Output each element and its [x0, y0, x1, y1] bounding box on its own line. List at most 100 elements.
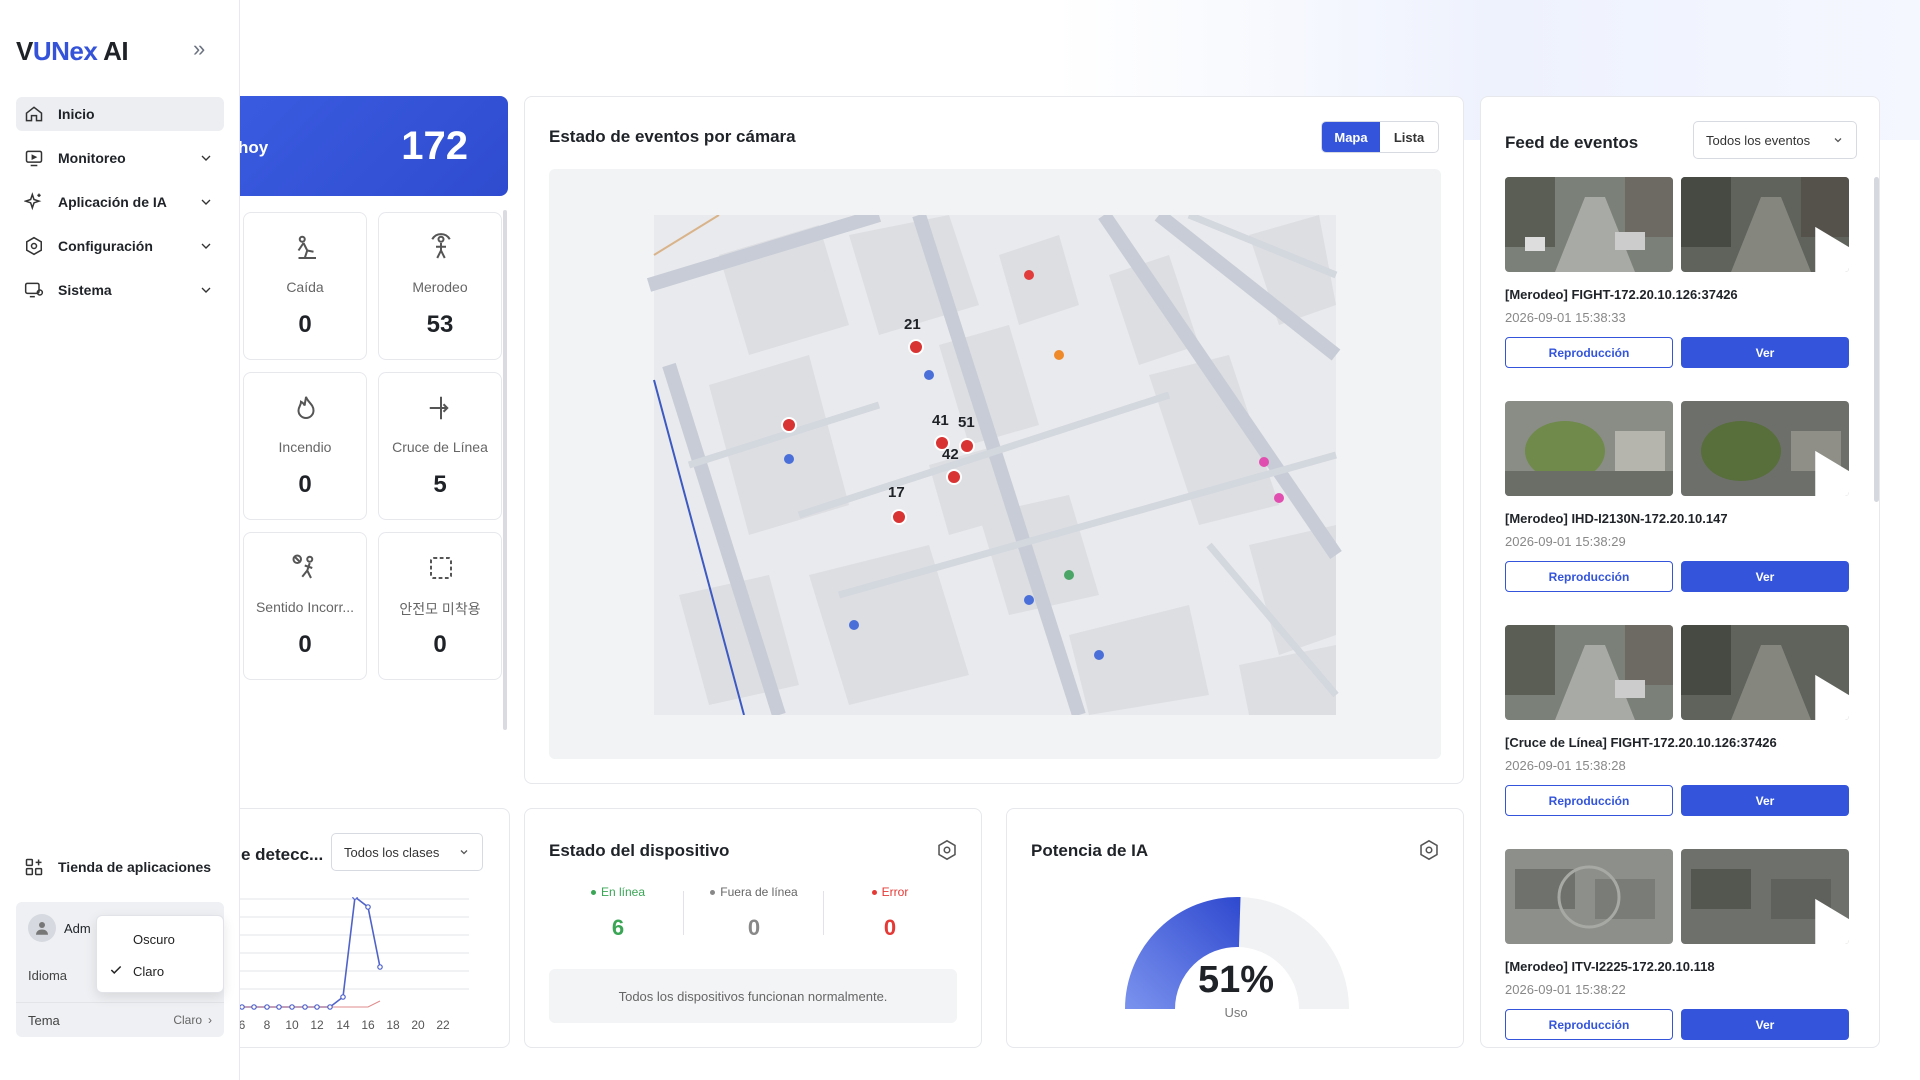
- stat-fire[interactable]: Incendio 0: [243, 372, 367, 520]
- stat-loitering[interactable]: Merodeo 53: [378, 212, 502, 360]
- map-canvas[interactable]: [549, 215, 1441, 715]
- view-button[interactable]: Ver: [1681, 337, 1849, 368]
- feed-filter-select[interactable]: Todos los eventos: [1693, 121, 1857, 159]
- toggle-list[interactable]: Lista: [1380, 122, 1438, 152]
- ai-power-usage-label: Uso: [1224, 1005, 1248, 1020]
- x-tick: 10: [285, 1018, 299, 1032]
- stat-helmet[interactable]: 안전모 미착용 0: [378, 532, 502, 680]
- theme-row[interactable]: Tema Claro ›: [16, 1002, 224, 1037]
- ai-power-percent: 51%: [1197, 959, 1275, 1001]
- map-marker-41[interactable]: 41: [932, 412, 949, 429]
- device-online: En línea 6: [549, 885, 687, 941]
- feed-item-time: 2026-09-01 15:38:28: [1505, 758, 1626, 773]
- feed-item: [Merodeo] FIGHT-172.20.10.126:37426 2026…: [1505, 177, 1849, 401]
- sidebar-item-label: Monitoreo: [58, 150, 126, 166]
- sidebar-item-aplicacion-ia[interactable]: Aplicación de IA: [16, 185, 224, 219]
- feed-scrollbar[interactable]: [1874, 177, 1879, 502]
- event-video-thumbnail[interactable]: [1681, 401, 1849, 496]
- sidebar-item-monitoreo[interactable]: Monitoreo: [16, 141, 224, 175]
- view-button[interactable]: Ver: [1681, 1009, 1849, 1040]
- map-marker-51[interactable]: 51: [958, 414, 975, 431]
- online-count: 6: [611, 915, 625, 940]
- view-button[interactable]: Ver: [1681, 785, 1849, 816]
- stat-label: Caída: [286, 279, 324, 295]
- map-marker-42[interactable]: 42: [942, 446, 959, 463]
- logo[interactable]: VUNex AI: [16, 36, 129, 67]
- sidebar-item-label: Aplicación de IA: [58, 194, 167, 210]
- user-row[interactable]: Adm: [28, 913, 91, 943]
- feed-item-time: 2026-09-01 15:38:33: [1505, 310, 1626, 325]
- home-icon: [25, 106, 43, 122]
- settings-gear-icon[interactable]: [936, 839, 958, 861]
- theme-option-dark[interactable]: Oscuro: [97, 924, 225, 954]
- today-label: hoy: [238, 138, 269, 157]
- detection-line-chart[interactable]: 6 8 10 12 14 16 18 20 22: [229, 897, 511, 1041]
- line-cross-icon: [429, 396, 449, 420]
- event-thumbnail[interactable]: [1505, 177, 1673, 272]
- stats-scrollbar[interactable]: [503, 210, 507, 730]
- event-thumbnail[interactable]: [1505, 401, 1673, 496]
- map-frame[interactable]: [549, 169, 1441, 759]
- sidebar-item-configuracion[interactable]: Configuración: [16, 229, 224, 263]
- event-video-thumbnail[interactable]: [1681, 849, 1849, 944]
- online-label: En línea: [600, 885, 646, 899]
- sidebar-nav: Inicio Monitoreo Aplicación de IA Config…: [16, 97, 224, 317]
- helmet-frame-icon: [430, 557, 452, 579]
- x-tick: 18: [386, 1018, 400, 1032]
- event-thumbnail[interactable]: [1505, 625, 1673, 720]
- device-offline: Fuera de línea 0: [685, 885, 823, 941]
- app-store-link[interactable]: Tienda de aplicaciones: [16, 850, 224, 884]
- replay-button[interactable]: Reproducción: [1505, 1009, 1673, 1040]
- event-video-thumbnail[interactable]: [1681, 177, 1849, 272]
- sidebar-item-label: Inicio: [58, 106, 95, 122]
- feed-item: [Merodeo] ITV-I2225-172.20.10.118 2026-0…: [1505, 849, 1849, 1047]
- chevron-down-icon: [1834, 138, 1842, 143]
- class-filter-select[interactable]: Todos los clases: [331, 833, 483, 871]
- error-count: 0: [883, 915, 897, 940]
- system-icon: [24, 282, 44, 298]
- chevron-down-icon: [201, 199, 211, 205]
- gear-icon: [26, 236, 42, 256]
- sidebar-item-inicio[interactable]: Inicio: [16, 97, 224, 131]
- user-icon: [36, 922, 48, 935]
- device-error: Error 0: [821, 885, 959, 941]
- sidebar-item-sistema[interactable]: Sistema: [16, 273, 224, 307]
- user-name: Adm: [64, 920, 91, 936]
- map-marker-21[interactable]: 21: [904, 316, 921, 333]
- check-icon: [110, 965, 122, 974]
- stat-value: 0: [433, 631, 447, 658]
- toggle-map[interactable]: Mapa: [1322, 122, 1380, 152]
- feed-item-time: 2026-09-01 15:38:29: [1505, 534, 1626, 549]
- monitor-icon: [25, 150, 43, 167]
- replay-button[interactable]: Reproducción: [1505, 337, 1673, 368]
- device-title: Estado del dispositivo: [549, 841, 730, 860]
- stat-wrong-way[interactable]: Sentido Incorr... 0: [243, 532, 367, 680]
- avatar: [28, 914, 56, 942]
- stat-label: Cruce de Línea: [392, 439, 488, 455]
- feed-item-title: [Merodeo] ITV-I2225-172.20.10.118: [1505, 959, 1715, 974]
- replay-button[interactable]: Reproducción: [1505, 785, 1673, 816]
- stat-fall[interactable]: Caída 0: [243, 212, 367, 360]
- replay-button[interactable]: Reproducción: [1505, 561, 1673, 592]
- event-stats: Caída 0 Merodeo 53 Incendio 0 Cruce de L…: [240, 208, 510, 738]
- event-thumbnail[interactable]: [1505, 849, 1673, 944]
- theme-label: Tema: [28, 1012, 60, 1028]
- wrong-way-icon: [292, 554, 314, 579]
- apps-icon: [25, 858, 43, 876]
- view-button[interactable]: Ver: [1681, 561, 1849, 592]
- collapse-sidebar-icon[interactable]: »: [193, 38, 215, 62]
- language-row[interactable]: Idioma: [28, 968, 67, 983]
- event-video-thumbnail[interactable]: [1681, 625, 1849, 720]
- play-icon: [1815, 226, 1849, 272]
- stat-value: 0: [298, 631, 312, 658]
- x-tick: 22: [436, 1018, 450, 1032]
- error-label: Error: [881, 885, 909, 899]
- theme-option-light[interactable]: Claro: [97, 956, 225, 986]
- play-icon: [1815, 898, 1849, 944]
- class-filter-value: Todos los clases: [344, 844, 440, 860]
- map-marker-17[interactable]: 17: [888, 484, 905, 501]
- sidebar-item-label: Sistema: [58, 282, 112, 298]
- feed-item-title: [Merodeo] IHD-I2130N-172.20.10.147: [1505, 511, 1728, 526]
- stat-line-cross[interactable]: Cruce de Línea 5: [378, 372, 502, 520]
- settings-gear-icon[interactable]: [1418, 839, 1440, 861]
